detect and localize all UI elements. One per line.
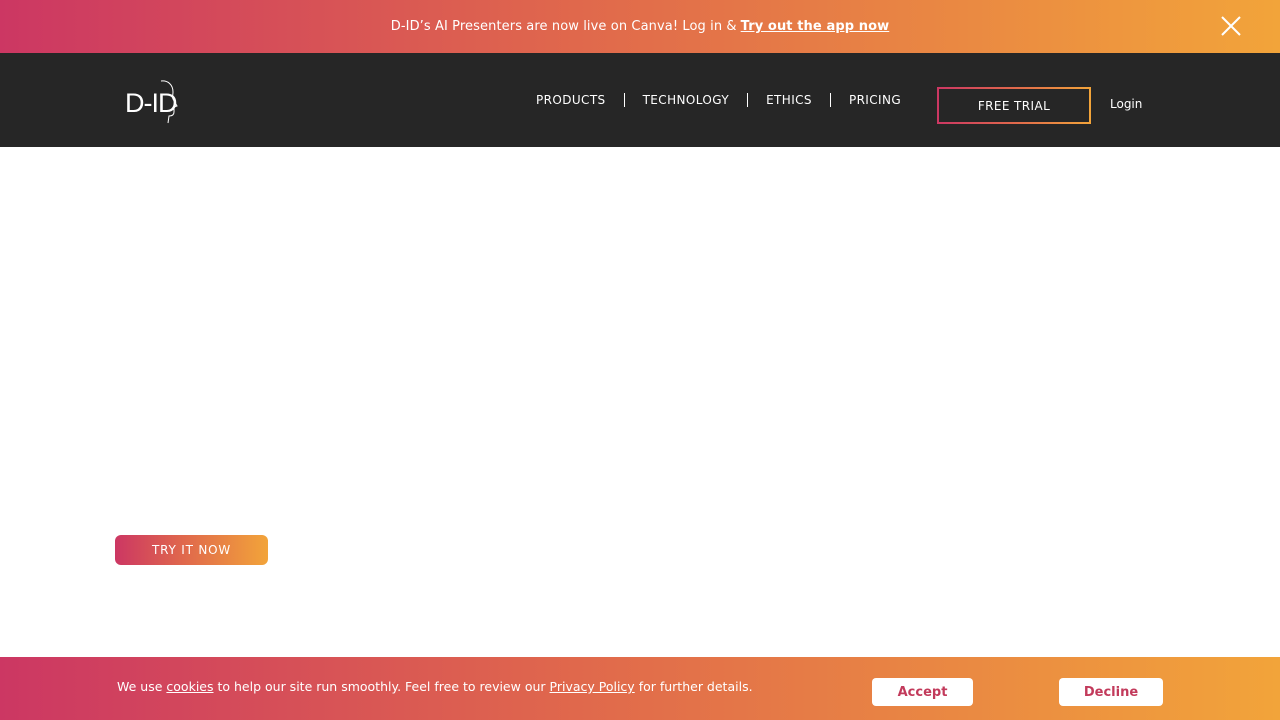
banner-text: D-ID’s AI Presenters are now live on Can… [390, 19, 737, 34]
logo-text: D-ID [125, 88, 177, 118]
privacy-policy-link[interactable]: Privacy Policy [550, 679, 635, 694]
nav-products[interactable]: PRODUCTS [518, 93, 624, 107]
nav-links: PRODUCTS TECHNOLOGY ETHICS PRICING [518, 53, 919, 147]
free-trial-label: FREE TRIAL [939, 89, 1089, 122]
nav-technology[interactable]: TECHNOLOGY [625, 93, 747, 107]
cookie-suffix: for further details. [638, 679, 753, 694]
login-link[interactable]: Login [1110, 97, 1142, 111]
close-icon[interactable] [1220, 15, 1242, 37]
nav-ethics[interactable]: ETHICS [748, 93, 830, 107]
accept-button[interactable]: Accept [872, 678, 973, 706]
free-trial-button[interactable]: FREE TRIAL [937, 87, 1091, 124]
cookie-prefix: We use [117, 679, 163, 694]
banner-link[interactable]: Try out the app now [741, 19, 890, 34]
cookie-message: We use cookies to help our site run smoo… [117, 679, 753, 694]
cookie-middle: to help our site run smoothly. Feel free… [217, 679, 546, 694]
cookie-banner: We use cookies to help our site run smoo… [0, 657, 1280, 720]
top-nav: D-ID PRODUCTS TECHNOLOGY ETHICS PRICING … [0, 53, 1280, 147]
announcement-banner: D-ID’s AI Presenters are now live on Can… [0, 0, 1280, 53]
cookies-link[interactable]: cookies [166, 679, 213, 694]
nav-pricing[interactable]: PRICING [831, 93, 919, 107]
d-id-logo-icon[interactable]: D-ID [124, 79, 180, 125]
try-it-now-button[interactable]: TRY IT NOW [115, 535, 268, 565]
decline-button[interactable]: Decline [1059, 678, 1163, 706]
